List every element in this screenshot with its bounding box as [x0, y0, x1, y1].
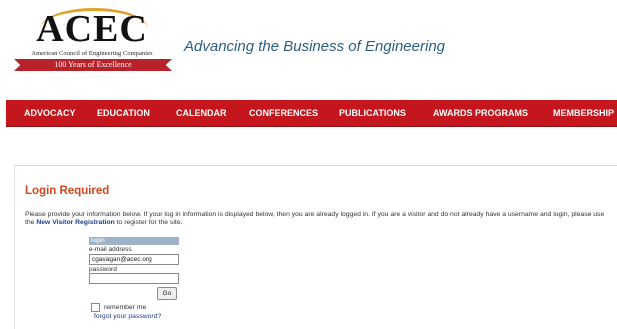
remember-me-checkbox[interactable] — [91, 303, 100, 312]
email-field[interactable]: cgavagan@acec.org — [89, 253, 179, 265]
logo-subtitle: American Council of Engineering Companie… — [31, 50, 153, 57]
remember-me-row[interactable]: remember me — [91, 303, 146, 312]
login-form: login e-mail address cgavagan@acec.org p… — [89, 237, 179, 300]
main-nav: ADVOCACY EDUCATION CALENDAR CONFERENCES … — [6, 100, 617, 127]
nav-item-advocacy[interactable]: ADVOCACY — [24, 108, 76, 118]
password-field[interactable] — [89, 273, 179, 284]
nav-item-conferences[interactable]: CONFERENCES — [249, 108, 318, 118]
acec-logo[interactable]: ACEC American Council of Engineering Com… — [8, 4, 176, 74]
intro-text-end: to register for the site. — [114, 219, 183, 227]
logo-ribbon: 100 Years of Excellence — [14, 59, 172, 71]
page-title: Login Required — [25, 185, 110, 197]
site-tagline: Advancing the Business of Engineering — [184, 38, 446, 55]
remember-me-label: remember me — [104, 304, 147, 311]
logo-wordmark: ACEC — [36, 8, 148, 50]
forgot-password-link[interactable]: forgot your password? — [94, 313, 161, 320]
content-panel-border — [14, 165, 617, 166]
login-instructions: Please provide your information below. I… — [25, 211, 615, 227]
nav-item-membership[interactable]: MEMBERSHIP — [553, 108, 614, 118]
nav-item-publications[interactable]: PUBLICATIONS — [339, 108, 406, 118]
nav-item-calendar[interactable]: CALENDAR — [176, 108, 227, 118]
content-panel-border-left — [14, 165, 15, 329]
email-label: e-mail address — [89, 246, 132, 253]
nav-item-education[interactable]: EDUCATION — [97, 108, 150, 118]
new-visitor-registration-link[interactable]: New Visitor Registration — [36, 219, 114, 226]
password-label: password — [89, 265, 117, 273]
go-button[interactable]: Go — [157, 287, 177, 300]
nav-item-awards-programs[interactable]: AWARDS PROGRAMS — [433, 108, 528, 118]
login-form-header: login — [89, 237, 179, 245]
